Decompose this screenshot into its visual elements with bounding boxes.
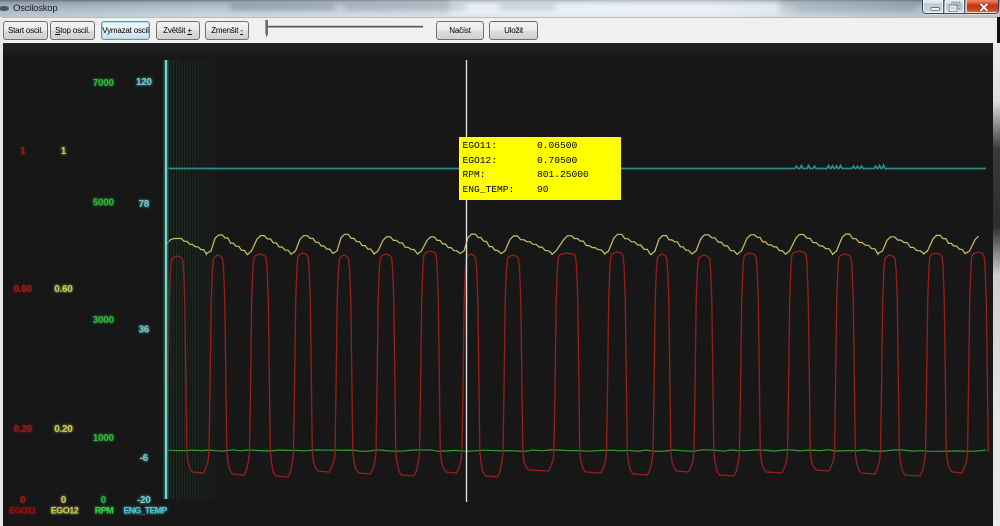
svg-text:0: 0 [20, 495, 26, 506]
svg-text:1000: 1000 [93, 433, 115, 444]
svg-text:0.20: 0.20 [54, 424, 73, 435]
svg-text:-20: -20 [137, 495, 151, 506]
svg-text:5000: 5000 [93, 197, 115, 208]
svg-text:ENG_TEMP: ENG_TEMP [123, 505, 167, 515]
svg-text:1: 1 [20, 146, 26, 157]
svg-text:0.20: 0.20 [14, 424, 33, 435]
svg-text:1: 1 [61, 146, 67, 157]
svg-text:EGO11: EGO11 [9, 505, 37, 515]
svg-text:-6: -6 [140, 453, 149, 464]
svg-text:120: 120 [136, 77, 153, 88]
svg-text:7000: 7000 [93, 78, 115, 89]
svg-text:0: 0 [101, 495, 107, 506]
svg-text:0: 0 [61, 495, 67, 506]
svg-text:36: 36 [139, 324, 150, 335]
svg-text:EGO12: EGO12 [51, 505, 79, 515]
svg-text:RPM: RPM [95, 505, 114, 515]
svg-text:78: 78 [139, 199, 150, 210]
svg-text:0.60: 0.60 [54, 284, 73, 295]
svg-text:0.60: 0.60 [14, 284, 33, 295]
svg-text:3000: 3000 [93, 315, 115, 326]
